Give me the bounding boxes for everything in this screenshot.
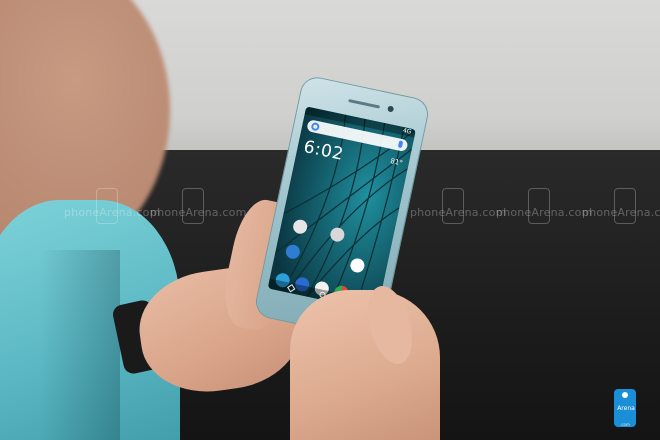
watermark: phoneArena.com <box>64 188 161 224</box>
right-hand <box>290 290 440 440</box>
back-icon[interactable] <box>287 284 296 293</box>
phone-screen: 4G 6:02 81° <box>267 106 416 312</box>
settings-icon[interactable] <box>329 226 346 243</box>
play-store-icon[interactable] <box>349 257 366 274</box>
xperia-lounge-icon[interactable] <box>291 218 309 236</box>
status-network: 4G <box>402 127 412 136</box>
front-camera <box>387 105 395 113</box>
microphone-icon[interactable] <box>397 140 404 149</box>
logo-dot <box>622 392 628 398</box>
logo-sub: .com <box>620 422 630 427</box>
watermark: phoneArena.com <box>410 188 507 224</box>
google-g-icon <box>310 121 321 132</box>
watermark: phoneArena.com <box>150 188 247 224</box>
photo-scene: 4G 6:02 81° phoneArena.com phoneArena.co… <box>0 0 660 440</box>
earpiece-speaker <box>348 99 381 109</box>
logo-text: Arena <box>617 405 635 412</box>
shirt-shadow <box>40 250 120 440</box>
watermark: phoneArena.com <box>496 188 593 224</box>
watermark: phoneArena.com <box>582 188 660 224</box>
maps-icon[interactable] <box>284 243 302 261</box>
